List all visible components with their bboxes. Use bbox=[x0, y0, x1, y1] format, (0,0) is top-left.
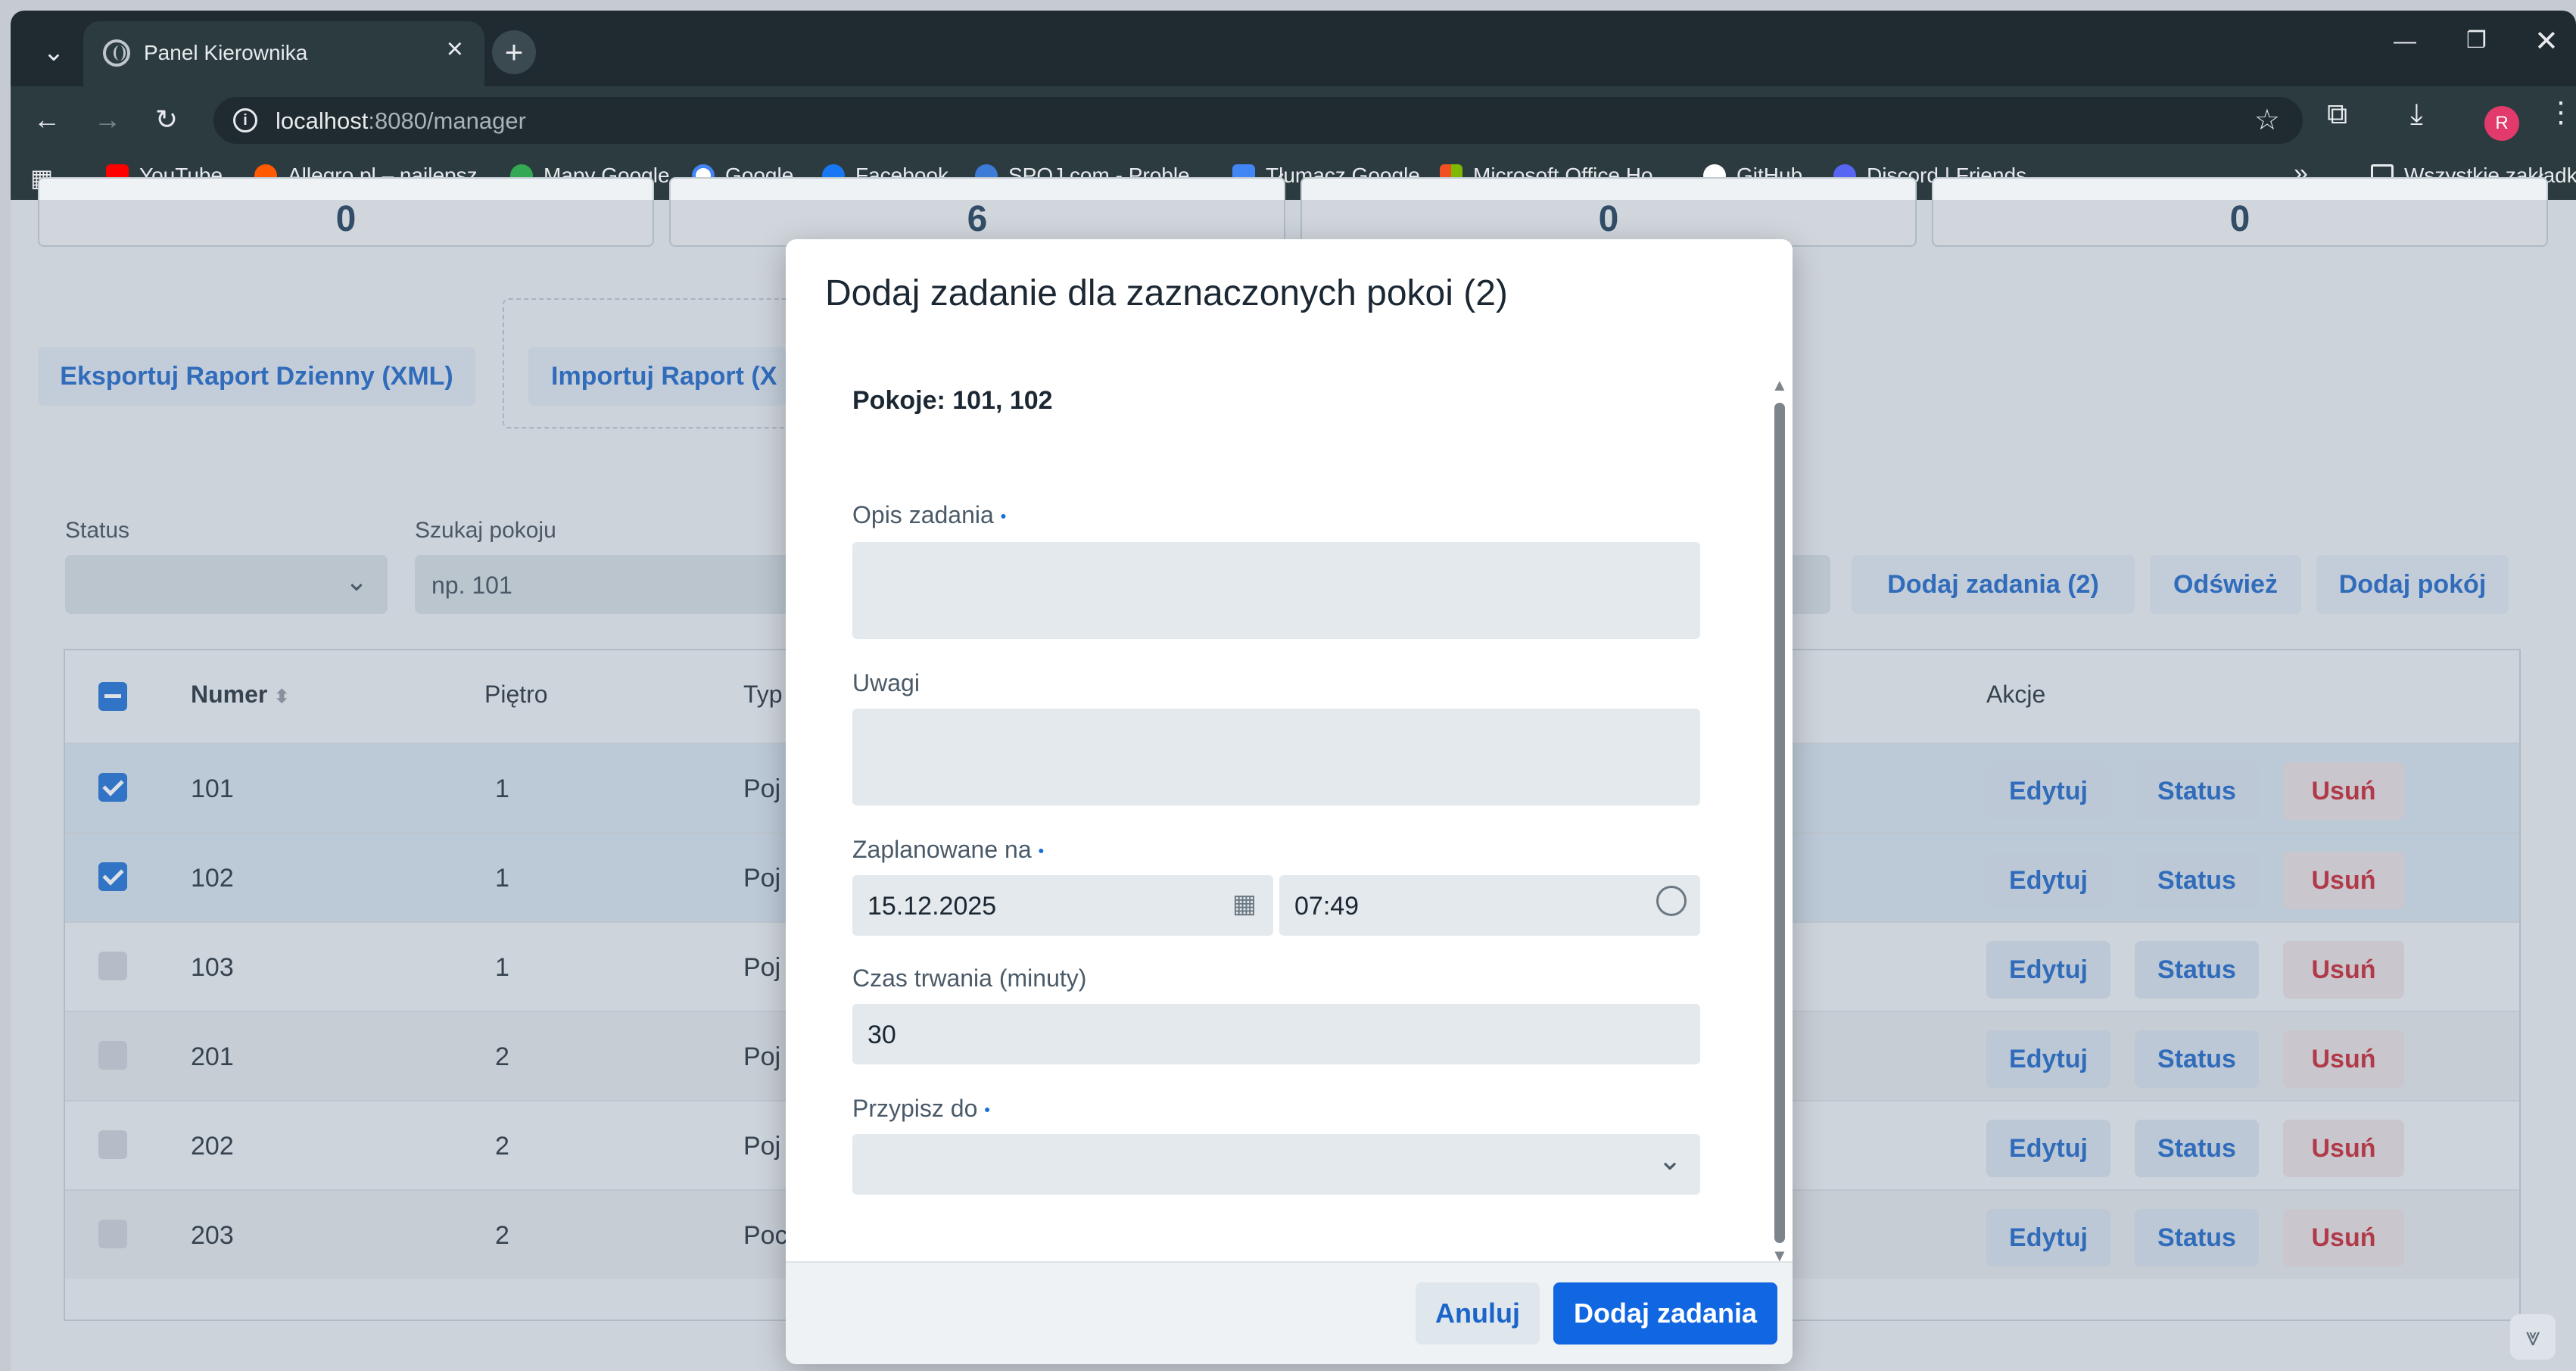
add-task-modal: Dodaj zadanie dla zaznaczonych pokoi (2)… bbox=[786, 239, 1793, 1364]
back-icon[interactable]: ← bbox=[27, 100, 67, 139]
globe-icon bbox=[103, 39, 130, 67]
scheduled-label: Zaplanowane na • bbox=[852, 836, 1045, 863]
address-bar: ← → ↻ i localhost:8080/manager ☆ ⧉ ⤓ R ⋮ bbox=[11, 86, 2576, 153]
tab-search-chevron-icon[interactable]: ⌄ bbox=[35, 33, 73, 71]
bookmark-star-icon[interactable]: ☆ bbox=[2254, 103, 2280, 137]
modal-footer: Anuluj Dodaj zadania bbox=[786, 1261, 1793, 1364]
restore-icon[interactable]: ❐ bbox=[2466, 27, 2487, 54]
tab-title: Panel Kierownika bbox=[144, 41, 308, 64]
assign-label: Przypisz do • bbox=[852, 1095, 990, 1122]
modal-title: Dodaj zadanie dla zaznaczonych pokoi (2) bbox=[825, 273, 1508, 313]
tab-active[interactable]: Panel Kierownika × bbox=[83, 21, 484, 86]
tab-bar: ⌄ Panel Kierownika × + — ❐ ✕ bbox=[11, 11, 2576, 86]
scroll-to-bottom-icon[interactable]: ⩔ bbox=[2510, 1314, 2556, 1360]
url-text: localhost:8080/manager bbox=[276, 107, 526, 134]
description-textarea[interactable] bbox=[852, 542, 1700, 639]
submit-tasks-button[interactable]: Dodaj zadania bbox=[1553, 1282, 1777, 1345]
browser-window: ⌄ Panel Kierownika × + — ❐ ✕ ← → ↻ i loc… bbox=[11, 11, 2576, 1371]
duration-label: Czas trwania (minuty) bbox=[852, 964, 1087, 992]
duration-input[interactable]: 30 bbox=[852, 1004, 1700, 1064]
cancel-button[interactable]: Anuluj bbox=[1416, 1282, 1540, 1345]
forward-icon[interactable]: → bbox=[88, 100, 127, 139]
url-omnibox[interactable]: i localhost:8080/manager ☆ bbox=[213, 97, 2303, 144]
reload-icon[interactable]: ↻ bbox=[147, 100, 186, 139]
modal-scrollbar[interactable]: ▲ ▼ bbox=[1770, 375, 1789, 1265]
scrollbar-thumb[interactable] bbox=[1774, 403, 1785, 1243]
description-label: Opis zadania • bbox=[852, 501, 1007, 528]
time-input[interactable]: 07:49 bbox=[1279, 875, 1700, 936]
notes-label: Uwagi bbox=[852, 669, 920, 696]
minimize-icon[interactable]: — bbox=[2394, 29, 2416, 55]
close-window-icon[interactable]: ✕ bbox=[2534, 24, 2559, 58]
new-tab-button[interactable]: + bbox=[492, 30, 536, 74]
modal-body: Pokoje: 101, 102 Opis zadania • Uwagi Za… bbox=[786, 353, 1793, 1265]
selected-rooms: Pokoje: 101, 102 bbox=[852, 386, 1053, 415]
chevron-down-icon: ⌄ bbox=[1658, 1145, 1682, 1176]
scroll-up-icon[interactable]: ▲ bbox=[1771, 375, 1788, 395]
date-input[interactable]: 15.12.2025 ▦ bbox=[852, 875, 1273, 936]
profile-avatar[interactable]: R bbox=[2484, 106, 2519, 141]
notes-textarea[interactable] bbox=[852, 709, 1700, 805]
download-icon[interactable]: ⤓ bbox=[2410, 98, 2423, 131]
extensions-icon[interactable]: ⧉ bbox=[2327, 98, 2347, 131]
calendar-icon[interactable]: ▦ bbox=[1232, 889, 1257, 919]
close-tab-icon[interactable]: × bbox=[447, 33, 463, 66]
clock-icon[interactable] bbox=[1656, 886, 1687, 916]
site-info-icon[interactable]: i bbox=[233, 108, 257, 132]
assign-select[interactable]: ⌄ bbox=[852, 1134, 1700, 1195]
menu-kebab-icon[interactable]: ⋮ bbox=[2546, 95, 2575, 129]
